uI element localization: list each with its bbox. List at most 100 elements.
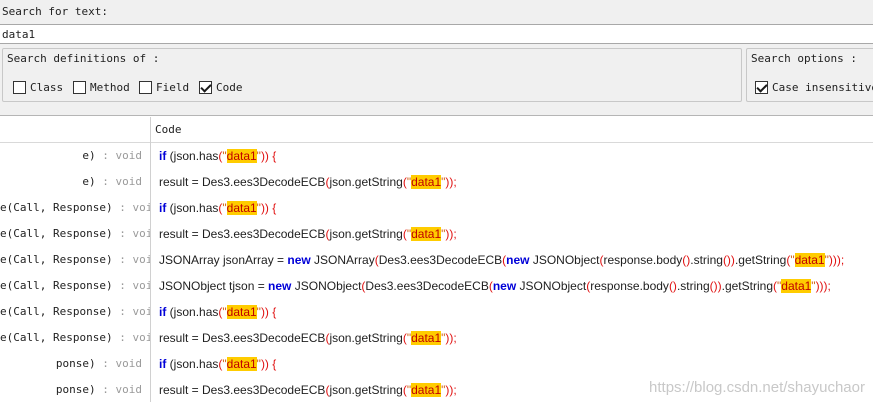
code-token: (json.has bbox=[166, 149, 219, 163]
result-node-name: ponse) bbox=[55, 383, 96, 396]
code-token: (json.has bbox=[166, 305, 219, 319]
class-checkbox[interactable]: Class bbox=[13, 79, 63, 95]
node-column-header[interactable] bbox=[0, 117, 150, 143]
code-token: )); bbox=[445, 383, 457, 397]
code-token: " bbox=[222, 201, 227, 215]
method-checkbox-box[interactable] bbox=[73, 80, 86, 94]
code-token: " bbox=[222, 305, 227, 319]
code-token: " bbox=[790, 253, 795, 267]
code-column-header[interactable]: Code bbox=[151, 117, 873, 143]
result-node-type: : void bbox=[119, 253, 150, 266]
code-token: new bbox=[506, 253, 530, 267]
class-checkbox-box[interactable] bbox=[13, 80, 26, 94]
result-code-line[interactable]: result = Des3.ees3DecodeECB(json.getStri… bbox=[159, 377, 457, 402]
result-code-line[interactable]: result = Des3.ees3DecodeECB(json.getStri… bbox=[159, 325, 457, 351]
result-node[interactable]: e) : void bbox=[0, 169, 150, 195]
search-input[interactable]: data1 bbox=[0, 24, 873, 44]
code-token: JSONArray jsonArray = bbox=[159, 253, 288, 267]
result-node-name: e) bbox=[82, 149, 96, 162]
code-token: )) { bbox=[260, 305, 277, 319]
result-node[interactable]: ponse) : void bbox=[0, 377, 150, 402]
code-token: JSONObject tjson = bbox=[159, 279, 269, 293]
result-node-type: : void bbox=[95, 175, 142, 188]
search-match-highlight: data1 bbox=[226, 305, 257, 319]
code-token: " bbox=[222, 357, 227, 371]
result-code-line[interactable]: if (json.has("data1")) { bbox=[159, 195, 276, 221]
search-match-highlight: data1 bbox=[411, 331, 442, 345]
result-node[interactable]: e(Call, Response) : void bbox=[0, 247, 150, 273]
code-token: JSONObject bbox=[529, 253, 600, 267]
code-token: Des3.ees3DecodeECB bbox=[378, 253, 503, 267]
code-token: response.body bbox=[590, 279, 669, 293]
code-token: .string bbox=[676, 279, 710, 293]
code-token: )) { bbox=[260, 357, 277, 371]
code-token: (json.has bbox=[166, 357, 219, 371]
search-match-highlight: data1 bbox=[794, 253, 825, 267]
field-checkbox[interactable]: Field bbox=[139, 79, 189, 95]
result-code-line[interactable]: if (json.has("data1")) { bbox=[159, 299, 276, 325]
code-token: result = Des3.ees3DecodeECB bbox=[159, 383, 326, 397]
search-match-highlight: data1 bbox=[226, 201, 257, 215]
result-node-name: e(Call, Response) bbox=[0, 201, 113, 214]
result-code-line[interactable]: result = Des3.ees3DecodeECB(json.getStri… bbox=[159, 169, 457, 195]
code-token: ()) bbox=[722, 253, 735, 267]
code-token: Des3.ees3DecodeECB bbox=[365, 279, 489, 293]
column-divider[interactable] bbox=[150, 117, 151, 402]
case-insensitive-checkbox-box[interactable] bbox=[755, 80, 768, 94]
result-code-line[interactable]: JSONObject tjson = new JSONObject(Des3.e… bbox=[159, 273, 831, 299]
class-checkbox-label: Class bbox=[30, 80, 64, 94]
result-node-type: : void bbox=[95, 149, 142, 162]
code-token: json.getString bbox=[329, 175, 403, 189]
result-node-type: : void bbox=[119, 305, 150, 318]
code-token: new bbox=[287, 253, 311, 267]
search-match-highlight: data1 bbox=[226, 149, 257, 163]
code-token: response.body bbox=[603, 253, 683, 267]
code-token: )); bbox=[445, 227, 457, 241]
result-code-line[interactable]: if (json.has("data1")) { bbox=[159, 143, 276, 169]
result-node-name: e(Call, Response) bbox=[0, 253, 113, 266]
code-token: (json.has bbox=[166, 201, 219, 215]
result-node-type: : void bbox=[119, 331, 150, 344]
code-token: result = Des3.ees3DecodeECB bbox=[159, 227, 326, 241]
result-node-name: e(Call, Response) bbox=[0, 305, 113, 318]
case-insensitive-label: Case insensitive bbox=[772, 80, 873, 94]
code-token: result = Des3.ees3DecodeECB bbox=[159, 175, 326, 189]
result-node[interactable]: e(Call, Response) : void bbox=[0, 325, 150, 351]
result-node[interactable]: e(Call, Response) : void bbox=[0, 299, 150, 325]
code-token: new bbox=[492, 279, 517, 293]
code-checkbox-box[interactable] bbox=[199, 80, 212, 94]
result-code-line[interactable]: if (json.has("data1")) { bbox=[159, 351, 276, 377]
result-code-line[interactable]: JSONArray jsonArray = new JSONArray(Des3… bbox=[159, 247, 844, 273]
result-node-name: e(Call, Response) bbox=[0, 331, 113, 344]
code-token: ))); bbox=[815, 279, 831, 293]
field-checkbox-box[interactable] bbox=[139, 80, 152, 94]
case-insensitive-checkbox[interactable]: Case insensitive bbox=[755, 79, 873, 95]
code-checkbox[interactable]: Code bbox=[199, 79, 243, 95]
result-node[interactable]: e) : void bbox=[0, 143, 150, 169]
result-node[interactable]: ponse) : void bbox=[0, 351, 150, 377]
code-token: json.getString bbox=[329, 331, 403, 345]
search-options-title: Search options : bbox=[751, 52, 857, 65]
options-panel: Search definitions of : Class Method Fie… bbox=[0, 44, 873, 116]
result-node-type: : void bbox=[95, 383, 142, 396]
method-checkbox-label: Method bbox=[90, 80, 130, 94]
watermark: https://blog.csdn.net/shayuchaor bbox=[649, 379, 865, 396]
code-token: JSONObject bbox=[291, 279, 362, 293]
search-match-highlight: data1 bbox=[411, 227, 442, 241]
code-token: ))); bbox=[828, 253, 845, 267]
result-node-type: : void bbox=[119, 227, 150, 240]
result-node-name: e) bbox=[82, 175, 96, 188]
result-code-line[interactable]: result = Des3.ees3DecodeECB(json.getStri… bbox=[159, 221, 457, 247]
result-node[interactable]: e(Call, Response) : void bbox=[0, 195, 150, 221]
result-node-type: : void bbox=[119, 201, 150, 214]
code-token: )); bbox=[445, 175, 457, 189]
result-node[interactable]: e(Call, Response) : void bbox=[0, 273, 150, 299]
code-token: )) { bbox=[260, 149, 277, 163]
code-token: ()) bbox=[709, 279, 722, 293]
code-checkbox-label: Code bbox=[216, 80, 243, 94]
method-checkbox[interactable]: Method bbox=[73, 79, 130, 95]
result-node[interactable]: e(Call, Response) : void bbox=[0, 221, 150, 247]
code-token: )) { bbox=[260, 201, 277, 215]
search-definitions-title: Search definitions of : bbox=[7, 52, 160, 65]
code-token: json.getString bbox=[329, 383, 403, 397]
